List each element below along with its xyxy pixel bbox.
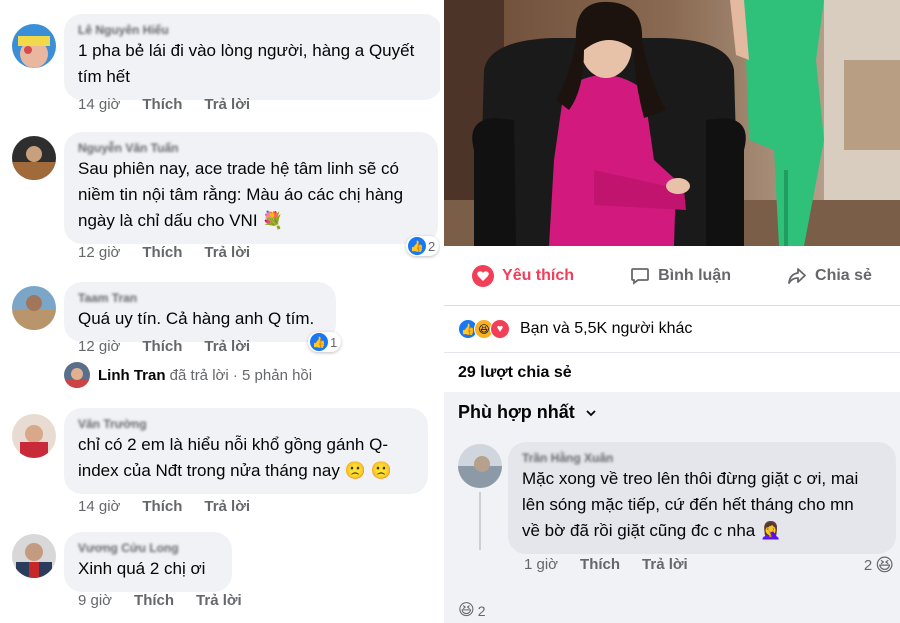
comment-bubble: Nguyễn Văn Tuấn Sau phiên nay, ace trade… <box>64 132 438 244</box>
reaction-icons: 👍 😆 ♥ <box>458 319 510 339</box>
reply-link[interactable]: Trả lời <box>204 338 250 355</box>
reaction-count-badge[interactable]: 👍 2 <box>406 236 440 256</box>
avatar[interactable] <box>12 24 56 68</box>
comment-author[interactable]: Trần Hằng Xuân <box>522 450 882 466</box>
comment-time[interactable]: 12 giờ <box>78 338 120 355</box>
post-action-bar: Yêu thích Bình luận Chia sẻ <box>444 246 900 306</box>
comment-meta: 14 giờ Thích Trả lời <box>78 498 250 515</box>
comment-author[interactable]: Lê Nguyên Hiếu <box>78 22 428 38</box>
comment-author[interactable]: Văn Trường <box>78 416 414 432</box>
reaction-count: 1 <box>330 334 338 350</box>
reaction-count-badge[interactable]: 😆 2 <box>458 602 485 620</box>
reaction-count: 2 <box>477 603 486 619</box>
comment-time[interactable]: 1 giờ <box>524 556 558 573</box>
comment-meta: 12 giờ Thích Trả lời <box>78 244 250 261</box>
love-button[interactable]: Yêu thích <box>472 264 575 287</box>
comment-author[interactable]: Vương Cửu Long <box>78 540 218 556</box>
reply-link[interactable]: Trả lời <box>642 556 688 573</box>
comment-text-line: về bờ đã rồi giặt cũng đc c nha 🤦‍♀️ <box>522 521 782 540</box>
comment-time[interactable]: 14 giờ <box>78 96 120 113</box>
like-link[interactable]: Thích <box>580 556 620 573</box>
reaction-count-badge[interactable]: 👍 1 <box>308 332 342 352</box>
avatar[interactable] <box>12 534 56 578</box>
comment-button-label: Bình luận <box>658 266 731 284</box>
haha-reaction-icon: 😆 <box>458 602 475 619</box>
reply-link[interactable]: Trả lời <box>204 498 250 515</box>
comment-text-line: Quá uy tín. Cả hàng anh Q tím. <box>78 309 315 328</box>
comment-text-line: 1 pha bẻ lái đi vào lòng người, hàng a Q… <box>78 41 415 60</box>
comment-text-line: tím hết <box>78 67 130 86</box>
comment-time[interactable]: 9 giờ <box>78 592 112 609</box>
haha-reaction-icon: 😆 <box>875 555 894 575</box>
comment-meta: 12 giờ Thích Trả lời <box>78 338 250 355</box>
like-reaction-icon: 👍 <box>310 333 328 351</box>
like-link[interactable]: Thích <box>142 244 182 261</box>
comment-author[interactable]: Nguyễn Văn Tuấn <box>78 140 424 156</box>
reaction-count-badge[interactable]: 2 😆 <box>864 556 894 574</box>
share-button-label: Chia sẻ <box>815 266 872 284</box>
comment-meta: 14 giờ Thích Trả lời <box>78 96 250 113</box>
comment-text-line: ngày là chỉ dấu cho VNI 💐 <box>78 211 284 230</box>
comment-text-line: Mặc xong về treo lên thôi đừng giặt c ơi… <box>522 469 859 488</box>
comment-text-line: lên sóng mặc tiếp, cứ đến hết tháng cho … <box>522 495 854 514</box>
avatar <box>64 362 90 388</box>
comment-button[interactable]: Bình luận <box>630 266 731 286</box>
comment-meta: 1 giờ Thích Trả lời <box>524 556 688 573</box>
like-reaction-icon: 👍 <box>408 237 426 255</box>
comment-bubble: Trần Hằng Xuân Mặc xong về treo lên thôi… <box>508 442 896 554</box>
comment-icon <box>631 267 649 285</box>
reaction-summary[interactable]: 👍 😆 ♥ Bạn và 5,5K người khác <box>444 306 900 352</box>
comment-time[interactable]: 14 giờ <box>78 498 120 515</box>
sort-label: Phù hợp nhất <box>458 402 575 422</box>
reaction-count: 2 <box>863 556 873 574</box>
comment-author[interactable]: Taam Tran <box>78 290 322 306</box>
love-reaction-icon: ♥ <box>490 319 510 339</box>
share-icon <box>788 267 806 284</box>
avatar[interactable] <box>458 444 502 488</box>
like-link[interactable]: Thích <box>142 498 182 515</box>
like-link[interactable]: Thích <box>142 96 182 113</box>
reply-link[interactable]: Trả lời <box>204 244 250 261</box>
comment-text-line: index của Nđt trong nửa tháng nay 🙁 🙁 <box>78 461 392 480</box>
comment-sort-dropdown[interactable]: Phù hợp nhất <box>458 402 597 423</box>
avatar[interactable] <box>12 286 56 330</box>
comment-bubble: Taam Tran Quá uy tín. Cả hàng anh Q tím. <box>64 282 336 342</box>
right-post-panel: Yêu thích Bình luận Chia sẻ 👍 😆 ♥ Bạn và… <box>444 0 900 623</box>
comment-bubble: Lê Nguyên Hiếu 1 pha bẻ lái đi vào lòng … <box>64 14 442 100</box>
comment-text-line: chỉ có 2 em là hiểu nỗi khổ gồng gánh Q- <box>78 435 388 454</box>
left-comment-panel: Lê Nguyên Hiếu 1 pha bẻ lái đi vào lòng … <box>0 0 442 623</box>
comment-meta: 9 giờ Thích Trả lời <box>78 592 242 609</box>
comment-bubble: Văn Trường chỉ có 2 em là hiểu nỗi khổ g… <box>64 408 428 494</box>
reply-link[interactable]: Trả lời <box>196 592 242 609</box>
view-replies-link[interactable]: Linh Tran đã trả lời · 5 phản hồi <box>64 362 312 388</box>
love-button-label: Yêu thích <box>502 266 575 284</box>
love-icon <box>472 264 495 287</box>
comment-time[interactable]: 12 giờ <box>78 244 120 261</box>
reply-summary-text: đã trả lời · 5 phản hồi <box>169 366 313 384</box>
share-count[interactable]: 29 lượt chia sẻ <box>444 352 900 392</box>
comment-text-line: niềm tin nội tâm rằng: Màu áo các chị hà… <box>78 185 404 204</box>
comment-bubble: Vương Cửu Long Xinh quá 2 chị ơi <box>64 532 232 592</box>
like-link[interactable]: Thích <box>142 338 182 355</box>
like-link[interactable]: Thích <box>134 592 174 609</box>
reply-link[interactable]: Trả lời <box>204 96 250 113</box>
comment-text-line: Xinh quá 2 chị ơi <box>78 559 206 578</box>
thread-line <box>479 492 481 550</box>
comment-text-line: Sau phiên nay, ace trade hệ tâm linh sẽ … <box>78 159 399 178</box>
chevron-down-icon <box>586 409 596 416</box>
avatar[interactable] <box>12 136 56 180</box>
share-button[interactable]: Chia sẻ <box>787 266 872 286</box>
reply-author[interactable]: Linh Tran <box>98 367 166 384</box>
post-photo[interactable] <box>444 0 900 246</box>
reaction-summary-text: Bạn và 5,5K người khác <box>520 320 693 337</box>
avatar[interactable] <box>12 414 56 458</box>
reaction-count: 2 <box>428 238 436 254</box>
